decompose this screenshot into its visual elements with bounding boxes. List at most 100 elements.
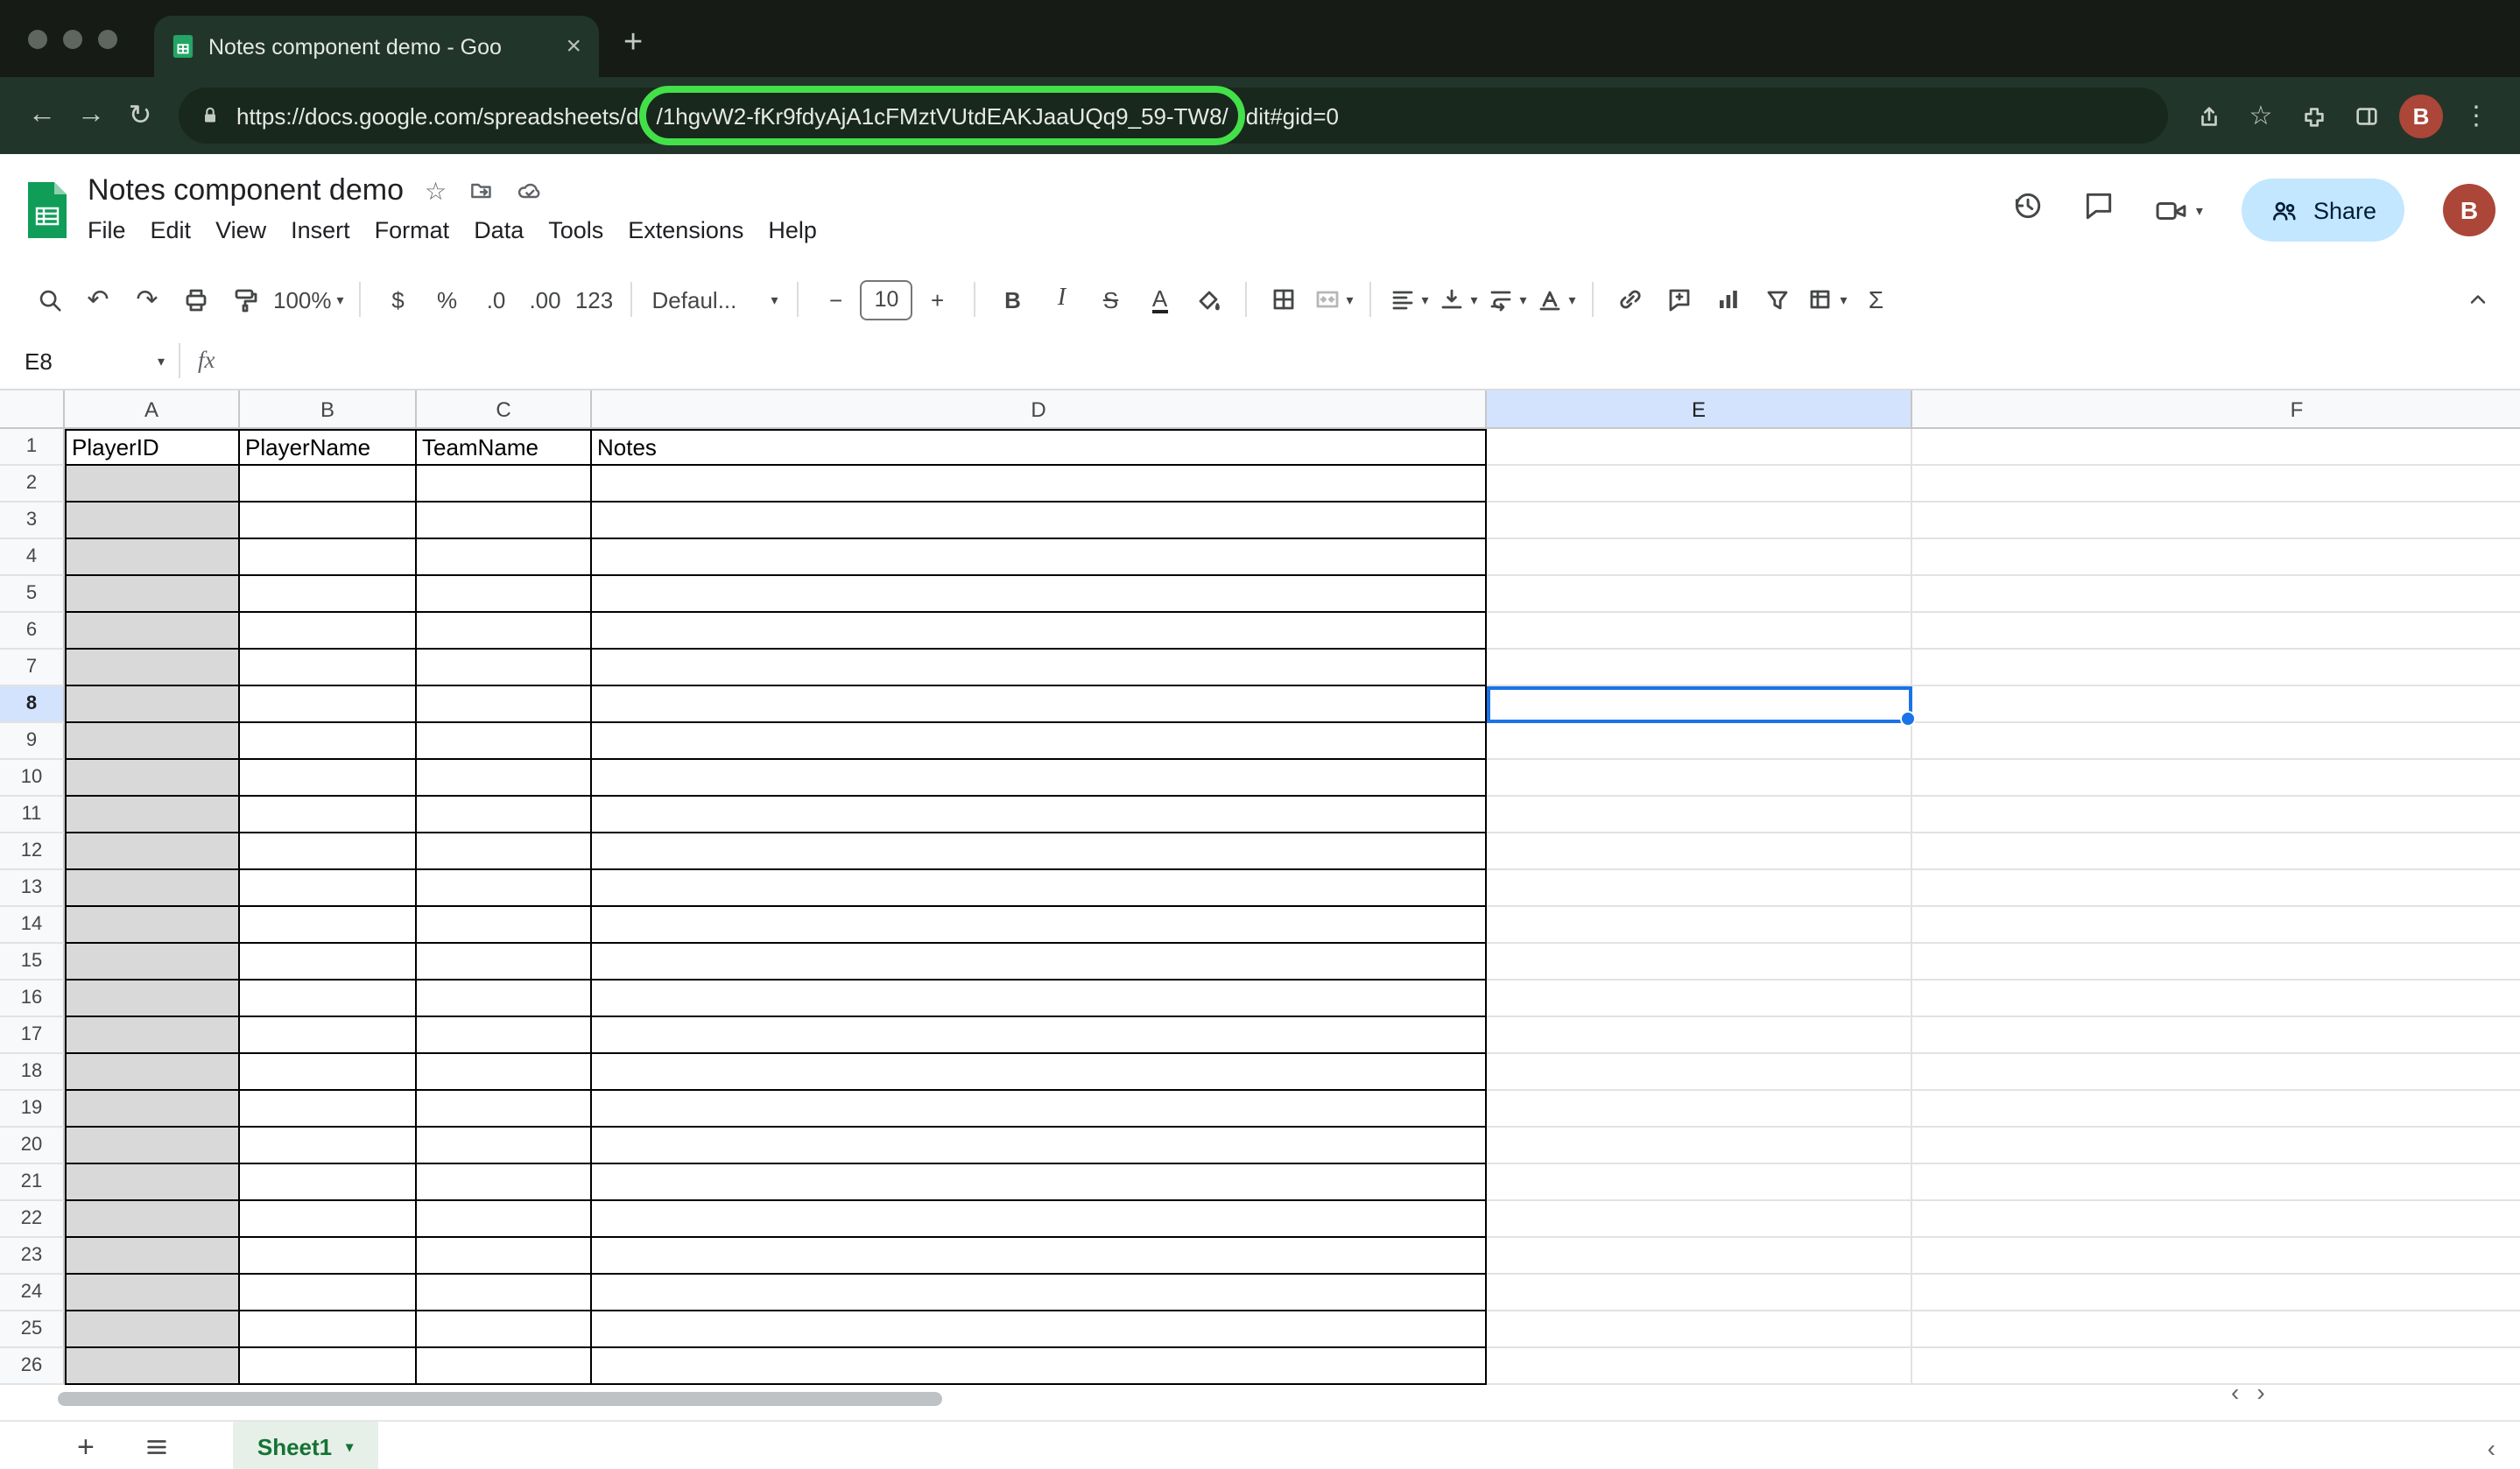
cell-E10[interactable]: [1487, 760, 1912, 797]
cell-B14[interactable]: [240, 907, 417, 944]
cell-A2[interactable]: [65, 466, 240, 503]
comments-icon[interactable]: [2082, 189, 2115, 231]
cloud-saved-icon[interactable]: [515, 179, 543, 203]
cell-A17[interactable]: [65, 1017, 240, 1054]
cell-F1[interactable]: [1912, 429, 2520, 466]
share-button[interactable]: Share: [2242, 179, 2404, 242]
cell-E2[interactable]: [1487, 466, 1912, 503]
more-formats-icon[interactable]: 123: [570, 277, 619, 322]
row-header-22[interactable]: 22: [0, 1201, 65, 1238]
cell-E3[interactable]: [1487, 503, 1912, 539]
insert-chart-icon[interactable]: [1705, 277, 1754, 322]
cell-C24[interactable]: [417, 1275, 592, 1311]
cell-C4[interactable]: [417, 539, 592, 576]
cell-C22[interactable]: [417, 1201, 592, 1238]
row-header-20[interactable]: 20: [0, 1128, 65, 1164]
cell-F13[interactable]: [1912, 870, 2520, 907]
cell-E25[interactable]: [1487, 1311, 1912, 1348]
cell-A9[interactable]: [65, 723, 240, 760]
cell-F9[interactable]: [1912, 723, 2520, 760]
redo-icon[interactable]: ↷: [123, 277, 172, 322]
row-header-3[interactable]: 3: [0, 503, 65, 539]
cell-E17[interactable]: [1487, 1017, 1912, 1054]
sheet-tab-sheet1[interactable]: Sheet1 ▾: [233, 1422, 377, 1469]
spreadsheet-grid[interactable]: ABCDEF1PlayerIDPlayerNameTeamNameNotes23…: [0, 390, 2520, 1420]
cell-D21[interactable]: [592, 1164, 1487, 1201]
cell-B2[interactable]: [240, 466, 417, 503]
cell-B19[interactable]: [240, 1091, 417, 1128]
horizontal-align-icon[interactable]: ▾: [1384, 277, 1433, 322]
row-header-19[interactable]: 19: [0, 1091, 65, 1128]
row-header-25[interactable]: 25: [0, 1311, 65, 1348]
text-color-icon[interactable]: A: [1152, 286, 1167, 313]
cell-D12[interactable]: [592, 833, 1487, 870]
column-header-E[interactable]: E: [1487, 390, 1912, 429]
cell-B22[interactable]: [240, 1201, 417, 1238]
cell-A1[interactable]: PlayerID: [65, 429, 240, 466]
decrease-font-size-button[interactable]: −: [812, 277, 861, 322]
cell-D8[interactable]: [592, 686, 1487, 723]
cell-E1[interactable]: [1487, 429, 1912, 466]
cell-E23[interactable]: [1487, 1238, 1912, 1275]
cell-E19[interactable]: [1487, 1091, 1912, 1128]
cell-C12[interactable]: [417, 833, 592, 870]
cell-B26[interactable]: [240, 1348, 417, 1385]
table-views-icon[interactable]: ▾: [1803, 277, 1852, 322]
cell-B20[interactable]: [240, 1128, 417, 1164]
bookmark-star-icon[interactable]: ☆: [2235, 100, 2287, 131]
sheet-tab-caret-icon[interactable]: ▾: [346, 1439, 353, 1455]
font-family-dropdown[interactable]: Defaul... ▾: [645, 277, 785, 322]
cell-D1[interactable]: Notes: [592, 429, 1487, 466]
column-header-F[interactable]: F: [1912, 390, 2520, 429]
cell-C13[interactable]: [417, 870, 592, 907]
merge-cells-icon[interactable]: ▾: [1309, 277, 1358, 322]
cell-C20[interactable]: [417, 1128, 592, 1164]
cell-B4[interactable]: [240, 539, 417, 576]
menu-format[interactable]: Format: [363, 214, 462, 247]
row-header-18[interactable]: 18: [0, 1054, 65, 1091]
cell-B21[interactable]: [240, 1164, 417, 1201]
cell-E16[interactable]: [1487, 981, 1912, 1017]
cell-F3[interactable]: [1912, 503, 2520, 539]
menu-help[interactable]: Help: [756, 214, 829, 247]
menu-view[interactable]: View: [203, 214, 278, 247]
cell-D10[interactable]: [592, 760, 1487, 797]
row-header-14[interactable]: 14: [0, 907, 65, 944]
format-currency-icon[interactable]: $: [374, 277, 423, 322]
cell-F20[interactable]: [1912, 1128, 2520, 1164]
cell-C25[interactable]: [417, 1311, 592, 1348]
cell-A15[interactable]: [65, 944, 240, 981]
cell-A25[interactable]: [65, 1311, 240, 1348]
cell-F2[interactable]: [1912, 466, 2520, 503]
increase-decimal-icon[interactable]: .00: [521, 277, 570, 322]
cell-E18[interactable]: [1487, 1054, 1912, 1091]
row-header-9[interactable]: 9: [0, 723, 65, 760]
cell-A23[interactable]: [65, 1238, 240, 1275]
column-header-A[interactable]: A: [65, 390, 240, 429]
account-avatar[interactable]: B: [2443, 184, 2495, 236]
cell-D20[interactable]: [592, 1128, 1487, 1164]
row-header-23[interactable]: 23: [0, 1238, 65, 1275]
cell-B24[interactable]: [240, 1275, 417, 1311]
cell-A26[interactable]: [65, 1348, 240, 1385]
cell-B25[interactable]: [240, 1311, 417, 1348]
select-all-corner[interactable]: [0, 390, 65, 429]
url-bar[interactable]: https://docs.google.com/spreadsheets/d/1…: [179, 88, 2168, 144]
cell-D25[interactable]: [592, 1311, 1487, 1348]
cell-A5[interactable]: [65, 576, 240, 613]
functions-icon[interactable]: Σ: [1852, 277, 1901, 322]
cell-E12[interactable]: [1487, 833, 1912, 870]
cell-B6[interactable]: [240, 613, 417, 650]
cell-E22[interactable]: [1487, 1201, 1912, 1238]
cell-B17[interactable]: [240, 1017, 417, 1054]
column-header-D[interactable]: D: [592, 390, 1487, 429]
cell-F14[interactable]: [1912, 907, 2520, 944]
row-header-15[interactable]: 15: [0, 944, 65, 981]
forward-button[interactable]: →: [67, 100, 116, 131]
cell-B15[interactable]: [240, 944, 417, 981]
cell-D6[interactable]: [592, 613, 1487, 650]
cell-E21[interactable]: [1487, 1164, 1912, 1201]
row-header-4[interactable]: 4: [0, 539, 65, 576]
cell-D3[interactable]: [592, 503, 1487, 539]
collapse-toolbar-icon[interactable]: [2453, 277, 2502, 322]
